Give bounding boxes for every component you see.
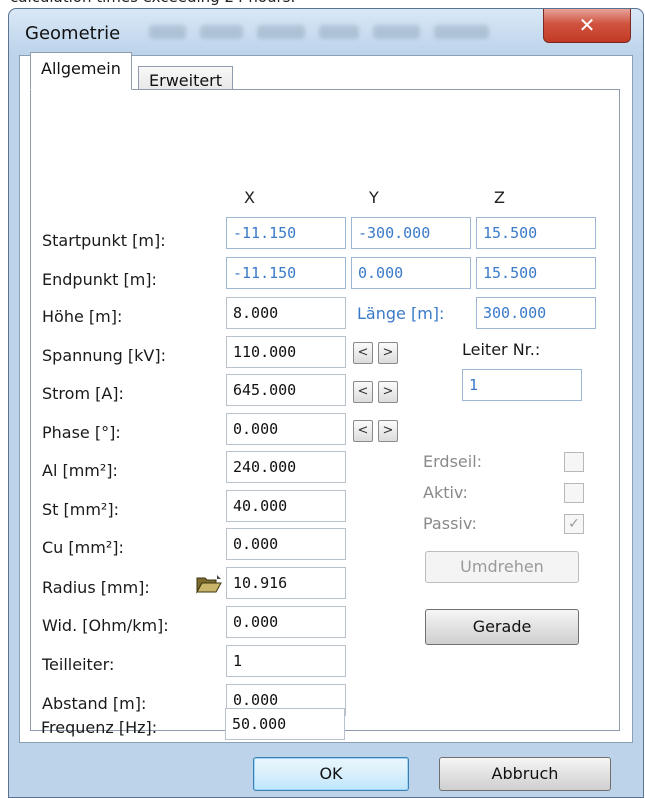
- dialog-title: Geometrie: [25, 23, 121, 44]
- column-header-z: Z: [494, 188, 505, 207]
- startpunkt-z-input[interactable]: 15.500: [476, 217, 596, 249]
- label-leiter-nr: Leiter Nr.:: [462, 340, 541, 359]
- teilleiter-input[interactable]: 1: [226, 645, 346, 677]
- close-button[interactable]: ✕: [543, 9, 631, 43]
- label-endpunkt: Endpunkt [m]:: [42, 270, 157, 289]
- strom-increment-button[interactable]: >: [378, 381, 398, 403]
- label-aktiv: Aktiv:: [423, 483, 468, 502]
- label-abstand: Abstand [m]:: [42, 694, 147, 713]
- erdseil-checkbox[interactable]: [564, 452, 584, 472]
- radius-input[interactable]: 10.916: [226, 567, 346, 599]
- column-header-x: X: [244, 188, 255, 207]
- leiter-nr-input[interactable]: 1: [462, 369, 582, 401]
- spannung-input[interactable]: 110.000: [226, 336, 346, 368]
- endpunkt-y-input[interactable]: 0.000: [351, 257, 471, 289]
- open-folder-icon[interactable]: [196, 574, 222, 594]
- label-erdseil: Erdseil:: [423, 452, 483, 471]
- label-st: St [mm²]:: [42, 500, 119, 519]
- phase-increment-button[interactable]: >: [378, 420, 398, 442]
- tab-allgemein[interactable]: Allgemein: [30, 52, 132, 90]
- label-spannung: Spannung [kV]:: [42, 346, 167, 365]
- umdrehen-button[interactable]: Umdrehen: [425, 551, 579, 583]
- ok-button[interactable]: OK: [253, 757, 409, 791]
- passiv-checkbox[interactable]: ✓: [564, 514, 584, 534]
- label-radius: Radius [mm]:: [42, 578, 150, 597]
- label-al: Al [mm²]:: [42, 461, 118, 480]
- strom-decrement-button[interactable]: <: [353, 381, 373, 403]
- label-teilleiter: Teilleiter:: [42, 655, 115, 674]
- startpunkt-x-input[interactable]: -11.150: [226, 217, 346, 249]
- al-input[interactable]: 240.000: [226, 451, 346, 483]
- widerstand-input[interactable]: 0.000: [226, 606, 346, 638]
- column-header-y: Y: [369, 188, 379, 207]
- label-strom: Strom [A]:: [42, 384, 124, 403]
- hoehe-input[interactable]: 8.000: [226, 297, 346, 329]
- frequenz-input[interactable]: 50.000: [225, 708, 345, 740]
- cu-input[interactable]: 0.000: [226, 528, 346, 560]
- phase-decrement-button[interactable]: <: [353, 420, 373, 442]
- phase-input[interactable]: 0.000: [226, 413, 346, 445]
- label-phase: Phase [°]:: [42, 423, 121, 442]
- label-startpunkt: Startpunkt [m]:: [42, 231, 166, 250]
- spannung-decrement-button[interactable]: <: [353, 342, 373, 364]
- label-frequenz: Frequenz [Hz]:: [41, 718, 158, 737]
- endpunkt-z-input[interactable]: 15.500: [476, 257, 596, 289]
- strom-input[interactable]: 645.000: [226, 374, 346, 406]
- st-input[interactable]: 40.000: [226, 490, 346, 522]
- startpunkt-y-input[interactable]: -300.000: [351, 217, 471, 249]
- label-widerstand: Wid. [Ohm/km]:: [42, 616, 169, 635]
- endpunkt-x-input[interactable]: -11.150: [226, 257, 346, 289]
- title-bar: Geometrie ✕: [9, 9, 643, 55]
- gerade-button[interactable]: Gerade: [425, 609, 579, 645]
- geometrie-dialog: Geometrie ✕ Allgemein Erweitert X Y Z St…: [8, 8, 644, 798]
- spannung-increment-button[interactable]: >: [378, 342, 398, 364]
- abbruch-button[interactable]: Abbruch: [439, 757, 611, 791]
- blurred-background: [149, 21, 489, 43]
- label-passiv: Passiv:: [423, 514, 477, 533]
- aktiv-checkbox[interactable]: [564, 483, 584, 503]
- tab-panel-allgemein: X Y Z Startpunkt [m]: -11.150 -300.000 1…: [30, 89, 620, 731]
- dialog-client-area: Allgemein Erweitert X Y Z Startpunkt [m]…: [19, 52, 633, 743]
- laenge-input[interactable]: 300.000: [476, 297, 596, 329]
- label-cu: Cu [mm²]:: [42, 538, 124, 557]
- label-laenge: Länge [m]:: [357, 304, 445, 323]
- label-hoehe: Höhe [m]:: [42, 307, 123, 326]
